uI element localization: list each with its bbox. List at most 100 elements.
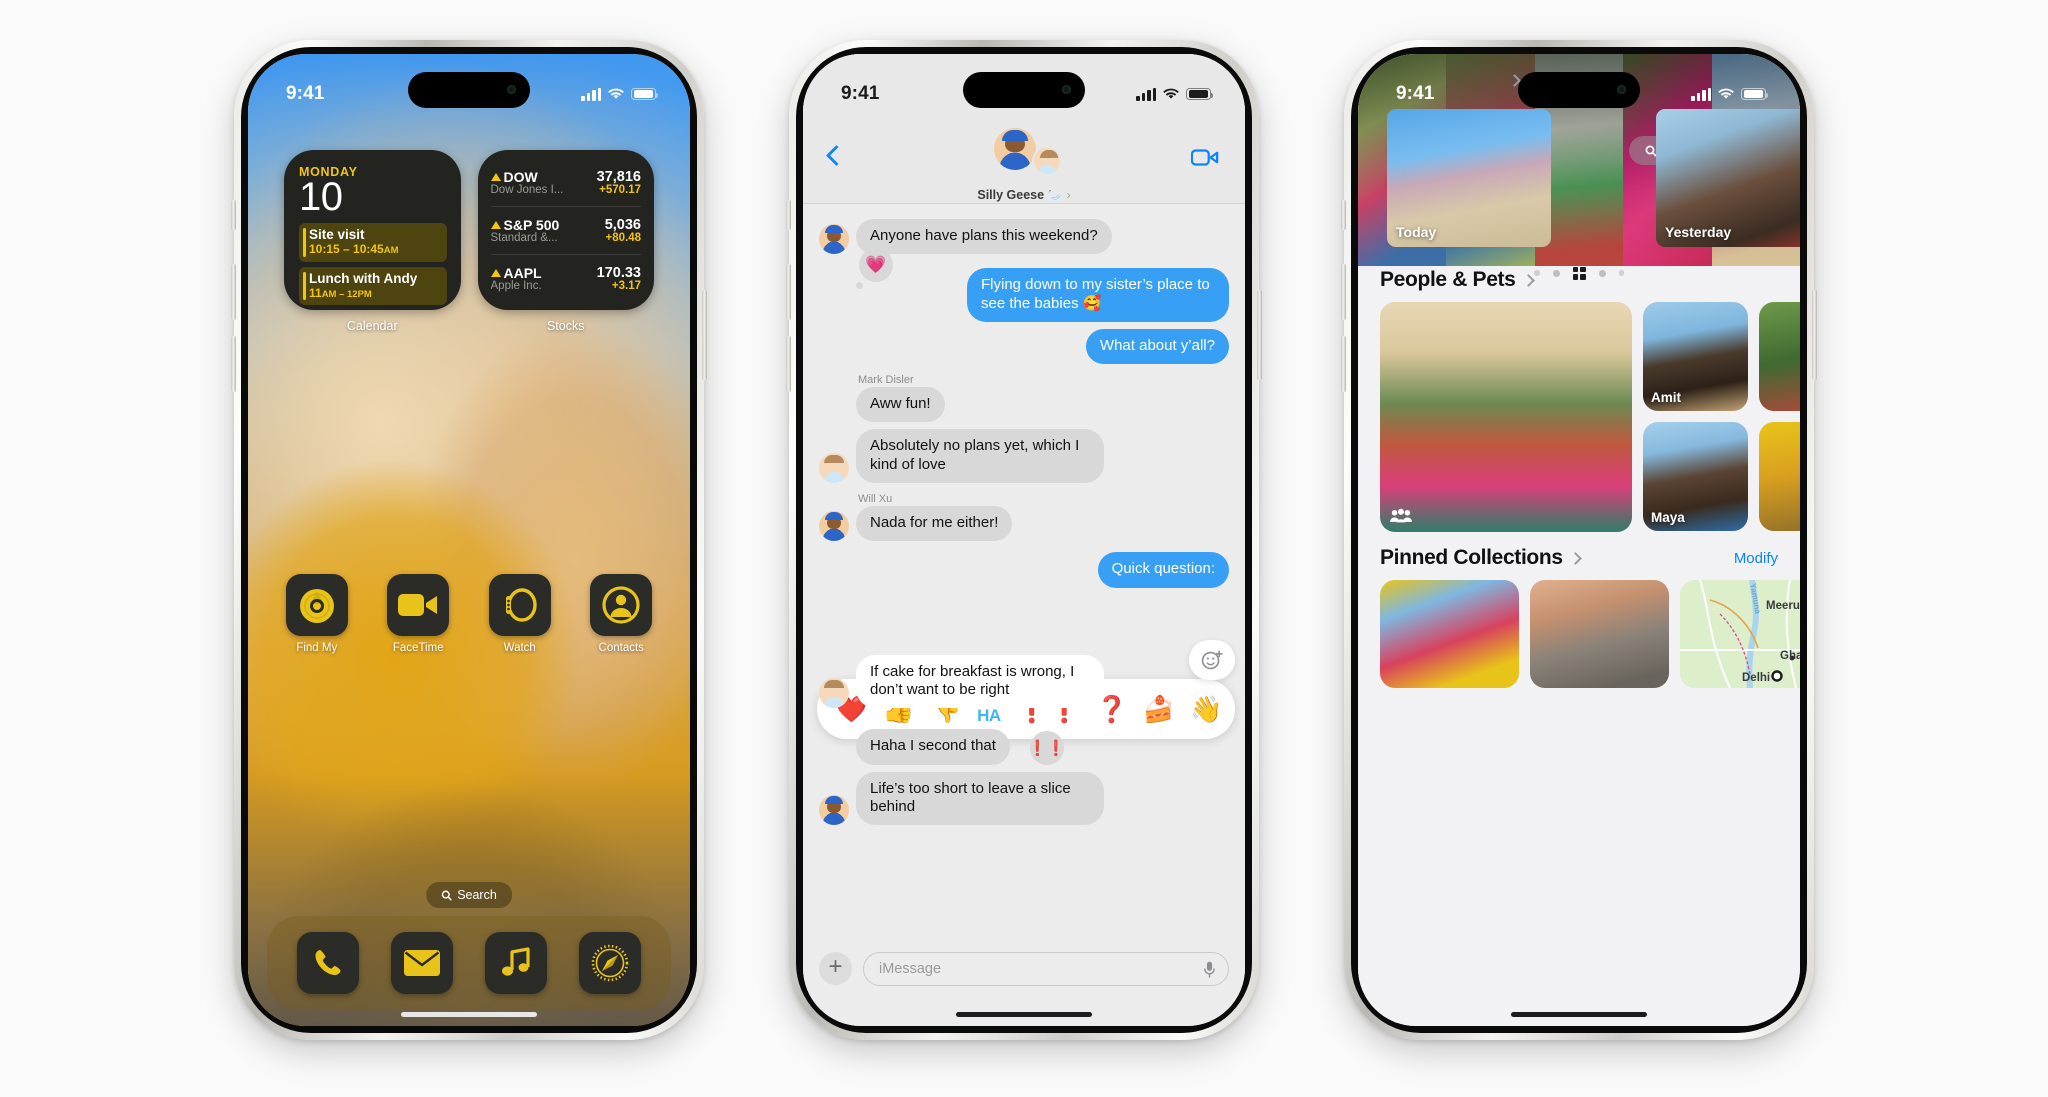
people-column: Amit Maya [1643,302,1748,532]
silent-switch[interactable] [231,200,236,230]
power-button[interactable] [702,290,707,380]
calendar-event-title: Site visit [309,227,365,242]
mail-icon[interactable] [391,932,453,994]
message-input-field[interactable]: iMessage [863,952,1229,986]
message-bubble-received[interactable]: Aww fun! [856,387,945,423]
phone-icon[interactable] [297,932,359,994]
modify-button[interactable]: Modify [1734,550,1778,567]
conversation-title[interactable]: Silly Geese 🦢 › [803,188,1245,203]
search-pill-label: Search [457,888,497,902]
person-card[interactable]: Amit [1643,302,1748,411]
person-card[interactable] [1759,302,1800,411]
avatar-spacer [819,735,849,765]
power-button[interactable] [1257,290,1262,380]
volume-up-button[interactable] [1341,264,1346,320]
section-title[interactable]: Pinned Collections [1380,546,1582,570]
volume-down-button[interactable] [1341,336,1346,392]
volume-down-button[interactable] [786,336,791,392]
people-group-icon [1390,508,1412,523]
message-bubble-sent[interactable]: What about y’all? [1085,328,1229,365]
page-dot[interactable] [1534,270,1540,276]
add-emoji-icon[interactable] [1189,640,1235,681]
message-row: Aww fun! [819,387,1229,423]
volume-up-button[interactable] [786,264,791,320]
silent-switch[interactable] [786,200,791,230]
calendar-day-number: 10 [299,175,343,219]
stock-row[interactable]: DOW 37,816 Dow Jones I... +570.17 [490,159,641,206]
back-chevron-icon[interactable] [825,144,848,167]
calendar-event[interactable]: Site visit 10:15 – 10:45AM [299,223,447,262]
app-facetime[interactable]: FaceTime [368,574,470,654]
home-indicator[interactable] [1511,1012,1647,1017]
person-card[interactable] [1759,422,1800,531]
device-photos: 9:41 Photos 8,342 Items Search [1341,40,1817,1040]
message-bubble-received[interactable]: Haha I second that [856,729,1010,765]
facetime-video-icon[interactable] [1191,148,1219,167]
silent-switch[interactable] [1341,200,1346,230]
app-label: Watch [503,642,536,654]
calendar-event-time: 10:15 – 10:45AM [309,242,399,257]
app-find-my[interactable]: Find My [266,574,368,654]
page-dot[interactable] [1598,269,1606,277]
music-icon[interactable] [485,932,547,994]
calendar-event[interactable]: Lunch with Andy 11AM – 12PM [299,266,447,305]
tapback-dot [856,282,863,290]
page-dot[interactable] [1552,269,1560,277]
recent-day-photo: Today [1387,109,1551,247]
message-bubble-sent[interactable]: Quick question: [1097,552,1229,588]
widget-stocks-column: DOW 37,816 Dow Jones I... +570.17 S&P 50… [477,150,654,333]
message-sender-name: Will Xu [858,493,893,506]
stock-symbol: AAPL [490,265,542,281]
message-bubble-sent[interactable]: Flying down to my sister’s place to see … [967,268,1229,322]
home-indicator[interactable] [401,1012,537,1017]
people-pets-carousel[interactable]: Amit Maya [1380,302,1800,532]
person-name: Amit [1651,390,1681,405]
volume-up-button[interactable] [231,264,236,320]
pinned-collection-card[interactable] [1530,580,1669,688]
plus-icon[interactable]: + [819,952,852,985]
recent-day-label: Today [1396,224,1437,240]
search-pill[interactable]: Search [426,882,512,908]
avatar [1032,146,1062,176]
message-bubble-received[interactable]: Nada for me either! [856,506,1013,542]
device-home-screen: 9:41 MONDAY 10 Site visit 10:15 – 10:45A… [231,40,707,1040]
stock-name: Standard &... [490,232,558,244]
stock-row[interactable]: S&P 500 5,036 Standard &... +80.48 [490,206,641,254]
pinned-collections-carousel[interactable]: Meerut Ghaz Delhi Yamuna [1380,580,1800,688]
tapback-heart[interactable]: 💗 [859,248,893,283]
widget-calendar-column: MONDAY 10 Site visit 10:15 – 10:45AM Lun… [284,150,461,333]
page-dot[interactable] [1618,270,1624,276]
people-group-card[interactable] [1380,302,1632,532]
safari-icon[interactable] [579,932,641,994]
recent-day-photo: Yesterday [1656,109,1800,247]
grid-view-icon[interactable] [1572,266,1586,280]
message-bubble-received[interactable]: Anyone have plans this weekend? [856,219,1112,255]
message-bubble-received[interactable]: Absolutely no plans yet, which I kind of… [856,429,1104,484]
person-card[interactable]: Maya [1643,422,1748,531]
message-row: Quick question: [819,552,1229,588]
stock-row[interactable]: AAPL 170.33 Apple Inc. +3.17 [490,254,641,302]
map-label-ghaziabad: Ghaz [1780,650,1800,662]
pinned-collection-map-card[interactable]: Meerut Ghaz Delhi Yamuna [1680,580,1800,688]
home-indicator[interactable] [956,1012,1092,1017]
arrow-up-icon [490,173,501,181]
device-messages: 9:41 Silly Geese 🦢 › Anyone have plans t… [786,40,1262,1040]
stocks-widget[interactable]: DOW 37,816 Dow Jones I... +570.17 S&P 50… [477,150,654,310]
message-bubble-received[interactable]: If cake for breakfast is wrong, I don’t … [856,654,1104,709]
calendar-widget[interactable]: MONDAY 10 Site visit 10:15 – 10:45AM Lun… [284,150,461,310]
volume-down-button[interactable] [231,336,236,392]
recent-day-card[interactable]: Yesterday [1649,102,1800,254]
message-list[interactable]: Anyone have plans this weekend? 💗 Flying… [803,204,1245,942]
tapback-exclamation[interactable]: ❗❗ [1028,730,1066,765]
page-indicator[interactable] [1358,256,1800,290]
microphone-icon[interactable] [1203,960,1216,979]
message-row: Absolutely no plans yet, which I kind of… [819,429,1229,484]
app-watch[interactable]: Watch [469,574,571,654]
app-grid: Find My FaceTime Watch Contacts [266,574,672,654]
pinned-collection-card[interactable] [1380,580,1519,688]
app-contacts[interactable]: Contacts [571,574,673,654]
power-button[interactable] [1812,290,1817,380]
group-avatars[interactable] [986,128,1062,182]
message-bubble-received[interactable]: Life’s too short to leave a slice behind [856,771,1104,826]
avatar-spacer [819,392,849,422]
